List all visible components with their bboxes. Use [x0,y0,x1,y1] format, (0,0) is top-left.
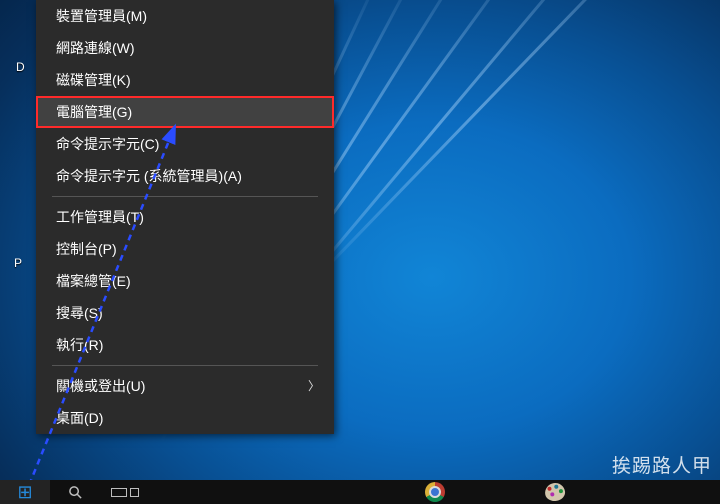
menu-item-control-panel[interactable]: 控制台(P) [36,233,334,265]
desktop[interactable]: D P 挨踢路人甲 裝置管理員(M) 網路連線(W) 磁碟管理(K) 電腦管理(… [0,0,720,504]
task-view-icon[interactable] [100,480,150,504]
windows-logo-icon: ⊞ [17,482,32,503]
start-button[interactable]: ⊞ [0,480,50,504]
desktop-icon-fragment: D [16,60,25,74]
menu-item-file-explorer[interactable]: 檔案總管(E) [36,265,334,297]
menu-item-run[interactable]: 執行(R) [36,329,334,361]
taskbar-search-icon[interactable] [50,480,100,504]
menu-item-search[interactable]: 搜尋(S) [36,297,334,329]
menu-item-desktop[interactable]: 桌面(D) [36,402,334,434]
winx-context-menu: 裝置管理員(M) 網路連線(W) 磁碟管理(K) 電腦管理(G) 命令提示字元(… [36,0,334,434]
desktop-icon-fragment: P [14,256,22,270]
menu-item-device-manager[interactable]: 裝置管理員(M) [36,0,334,32]
menu-item-computer-management[interactable]: 電腦管理(G) [36,96,334,128]
taskbar-app-chrome[interactable] [410,480,460,504]
menu-item-shutdown-signout[interactable]: 關機或登出(U) 〉 [36,370,334,402]
menu-separator [52,196,318,197]
taskbar: ⊞ [0,480,720,504]
paint-icon [544,482,566,503]
chrome-icon [425,482,445,502]
menu-separator [52,365,318,366]
taskbar-app-paint[interactable] [530,480,580,504]
menu-item-command-prompt-admin[interactable]: 命令提示字元 (系統管理員)(A) [36,160,334,192]
watermark-text: 挨踢路人甲 [612,451,712,478]
menu-item-task-manager[interactable]: 工作管理員(T) [36,201,334,233]
menu-item-disk-management[interactable]: 磁碟管理(K) [36,64,334,96]
chevron-right-icon: 〉 [308,370,320,402]
menu-item-command-prompt[interactable]: 命令提示字元(C) [36,128,334,160]
menu-item-network-connections[interactable]: 網路連線(W) [36,32,334,64]
